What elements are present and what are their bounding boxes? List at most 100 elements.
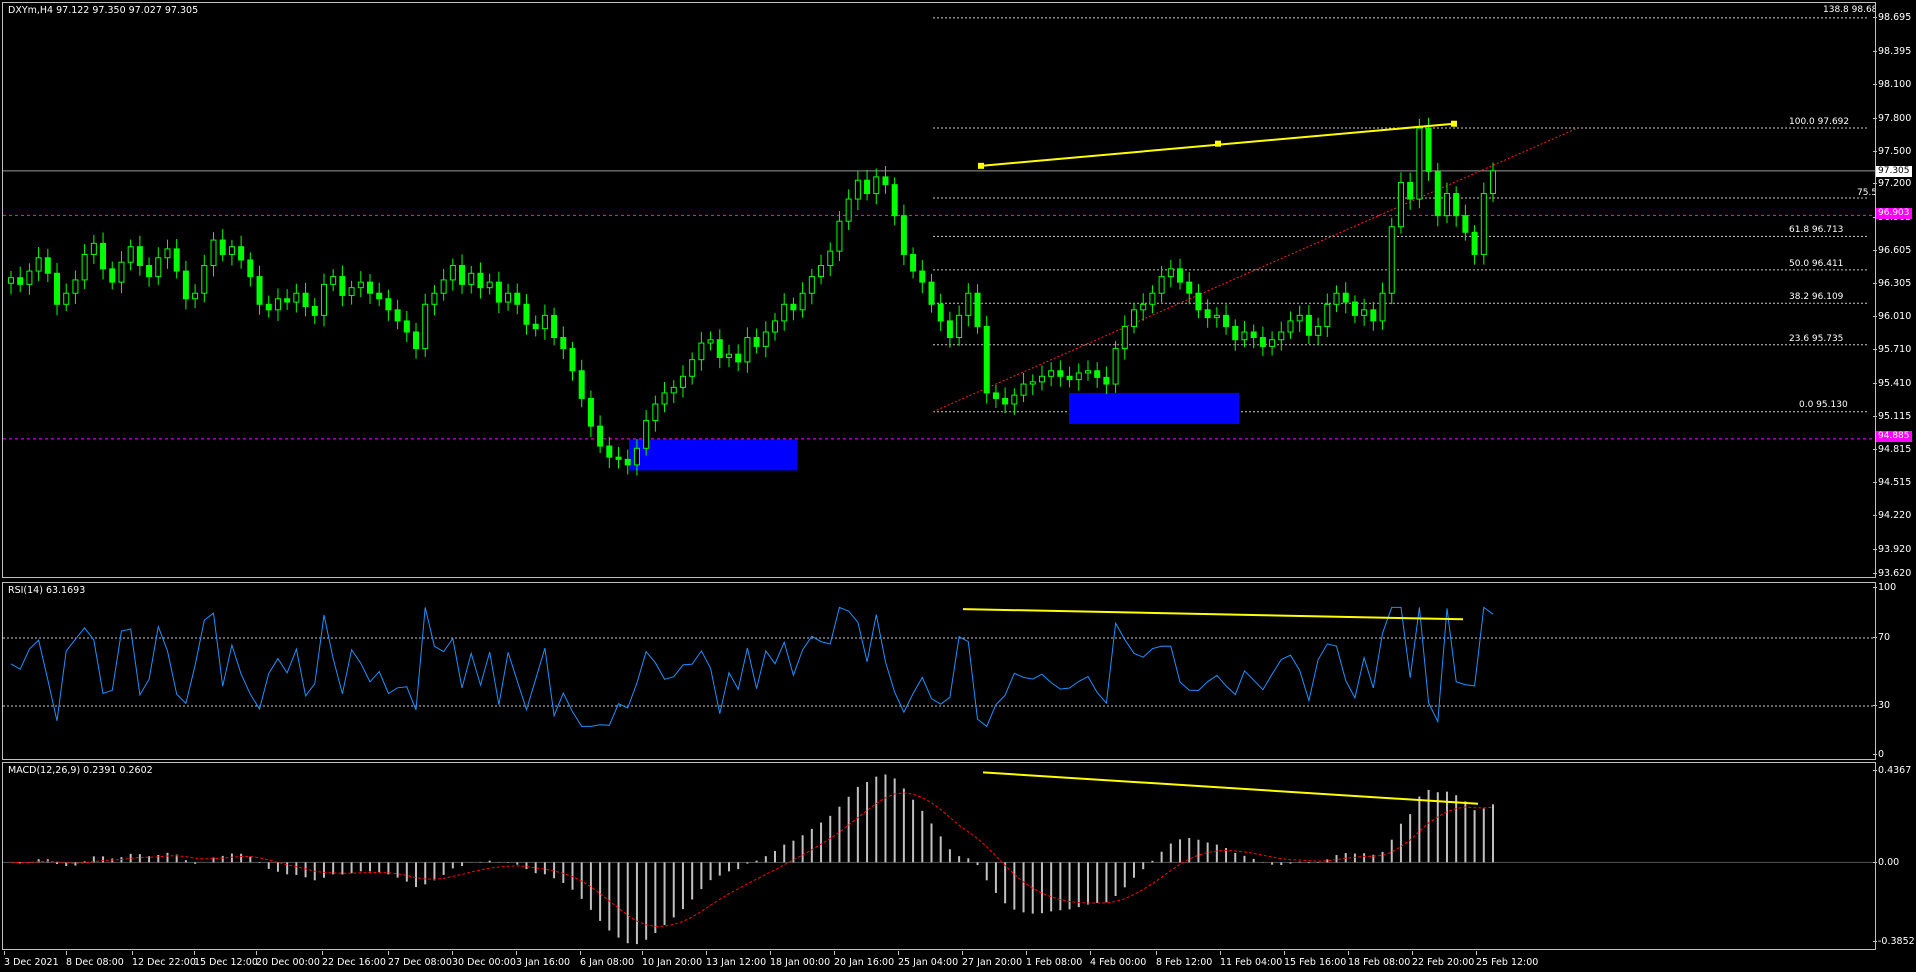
time-axis-label: 15 Dec 12:00 xyxy=(194,951,258,968)
rsi-indicator-pane[interactable]: RSI(14) 63.1693 xyxy=(2,582,1876,760)
price-candle-body xyxy=(624,458,631,466)
price-candle-body xyxy=(1370,309,1377,322)
price-candle-body xyxy=(449,265,456,281)
price-candle-body xyxy=(164,248,171,259)
rsi-axis: 100 70 30 0 xyxy=(1872,582,1916,760)
price-candle-body xyxy=(72,279,79,294)
price-candle-body xyxy=(1029,381,1036,385)
support-zone-box xyxy=(1069,392,1239,424)
price-candle-body xyxy=(247,259,254,278)
price-candle-body xyxy=(219,239,226,255)
macd-tick: 0.4367 xyxy=(1872,765,1912,776)
fibo-label-23: 23.6 95.735 xyxy=(1789,334,1844,344)
price-candle-body xyxy=(17,277,24,285)
price-candle-body xyxy=(1453,193,1460,217)
price-tick: 98.100 xyxy=(1872,79,1912,90)
price-candle-body xyxy=(1425,127,1432,172)
time-axis-label: 20 Jan 16:00 xyxy=(834,951,895,968)
price-tick: 98.695 xyxy=(1872,12,1912,23)
price-candle-body xyxy=(808,276,815,294)
price-candle-body xyxy=(1213,314,1220,319)
price-candle-body xyxy=(440,279,447,294)
time-axis-label: 27 Jan 20:00 xyxy=(962,951,1023,968)
price-candle-body xyxy=(827,250,834,267)
price-candle-body xyxy=(385,298,392,311)
price-candle-body xyxy=(422,303,429,350)
price-candle-body xyxy=(836,220,843,252)
price-candle-body xyxy=(505,292,512,303)
price-candle-body xyxy=(155,257,162,278)
price-candle-body xyxy=(1112,348,1119,385)
price-candle-body xyxy=(1480,193,1487,255)
price-candle-body xyxy=(201,265,208,294)
price-candle-body xyxy=(891,184,898,217)
macd-indicator-pane[interactable]: MACD(12,26,9) 0.2391 0.2602 xyxy=(2,762,1876,950)
price-candle-body xyxy=(1195,292,1202,311)
macd-canvas[interactable] xyxy=(3,763,1876,950)
price-candle-body xyxy=(541,314,548,330)
price-candle-body xyxy=(1158,276,1165,294)
price-candle-body xyxy=(1002,397,1009,405)
price-candle-body xyxy=(514,292,521,305)
trendline-anchor-point xyxy=(1215,140,1221,147)
price-candle-body xyxy=(606,445,613,458)
price-chart-canvas[interactable] xyxy=(3,3,1876,578)
time-axis-label: 4 Feb 00:00 xyxy=(1090,951,1147,968)
price-candle-body xyxy=(937,303,944,322)
price-candle-body xyxy=(44,257,51,274)
rsi-divergence-line xyxy=(962,608,1464,621)
price-candle-body xyxy=(26,270,33,285)
time-axis-label: 8 Feb 12:00 xyxy=(1156,951,1213,968)
price-tick: 95.115 xyxy=(1872,411,1912,422)
price-tick: 93.920 xyxy=(1872,544,1912,555)
price-candle-body xyxy=(54,272,61,305)
price-candle-body xyxy=(818,265,825,278)
rsi-tick: 70 xyxy=(1872,632,1891,643)
price-candle-body xyxy=(376,292,383,300)
price-tick: 97.200 xyxy=(1872,178,1912,189)
price-candle-body xyxy=(1490,170,1496,195)
price-tick: 95.410 xyxy=(1872,378,1912,389)
price-candle-body xyxy=(919,270,926,283)
price-chart-pane[interactable]: DXYm,H4 97.122 97.350 97.027 97.305 138.… xyxy=(2,2,1876,578)
rsi-tick: 30 xyxy=(1872,700,1891,711)
price-candle-body xyxy=(762,331,769,347)
price-candle-body xyxy=(1333,292,1340,305)
support-zone-box xyxy=(629,439,797,471)
price-candle-body xyxy=(864,179,871,195)
fibo-label-61: 61.8 96.713 xyxy=(1789,225,1844,235)
rsi-canvas[interactable] xyxy=(3,583,1876,760)
trendline-anchor-point xyxy=(1451,120,1457,127)
price-candle-body xyxy=(210,239,217,267)
time-axis-label: 3 Jan 16:00 xyxy=(516,951,571,968)
price-candle-body xyxy=(532,323,539,330)
price-candle-body xyxy=(578,370,585,399)
price-candle-body xyxy=(910,253,917,272)
price-candle-body xyxy=(845,198,852,222)
macd-tick: -0.3852 xyxy=(1873,936,1915,947)
price-candle-body xyxy=(643,420,650,449)
price-candle-body xyxy=(661,392,668,405)
price-candle-body xyxy=(1057,370,1064,377)
time-axis-label: 3 Dec 2021 xyxy=(4,951,59,968)
time-axis[interactable]: 3 Dec 2021 8 Dec 08:00 12 Dec 22:00 15 Dec … xyxy=(2,950,1876,972)
price-tick: 94.220 xyxy=(1872,510,1912,521)
price-candle-body xyxy=(1342,292,1349,303)
price-candle-body xyxy=(1167,268,1174,278)
level-lower-badge: 94.885 xyxy=(1876,431,1912,442)
price-candle-body xyxy=(716,339,723,358)
price-candle-body xyxy=(983,325,990,394)
price-candle-body xyxy=(1048,370,1055,377)
price-candle-body xyxy=(320,283,327,316)
price-candle-body xyxy=(1177,268,1184,283)
price-candle-body xyxy=(900,215,907,255)
price-candle-body xyxy=(744,337,751,363)
price-candle-body xyxy=(956,314,963,339)
price-axis[interactable]: 98.695 98.395 98.100 97.800 97.500 97.20… xyxy=(1872,2,1916,579)
price-candle-body xyxy=(1416,127,1423,200)
price-tick: 95.710 xyxy=(1872,344,1912,355)
price-candle-body xyxy=(707,339,714,344)
price-tick: 93.620 xyxy=(1872,568,1912,579)
macd-axis: 0.4367 0.00 -0.3852 xyxy=(1872,762,1916,950)
time-axis-label: 18 Feb 08:00 xyxy=(1348,951,1411,968)
